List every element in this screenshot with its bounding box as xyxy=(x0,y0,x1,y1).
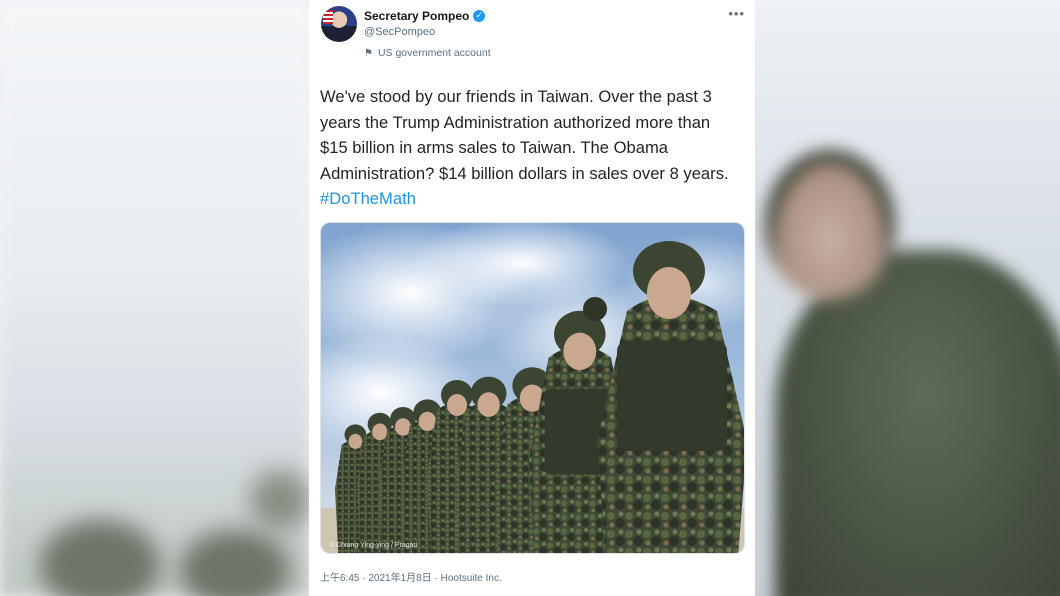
tweet-text-line: We've stood by our friends in Taiwan. Ov… xyxy=(320,87,712,106)
blurred-background-right xyxy=(755,0,1060,596)
soldiers-photo xyxy=(321,223,744,553)
more-options-icon[interactable]: ••• xyxy=(728,6,745,21)
author-handle[interactable]: @SecPompeo xyxy=(364,26,435,38)
tweet-text: We've stood by our friends in Taiwan. Ov… xyxy=(320,84,752,212)
blurred-background-left xyxy=(0,0,310,596)
author-name[interactable]: Secretary Pompeo xyxy=(364,9,469,23)
tweet-text-line: years the Trump Administration authorize… xyxy=(320,112,711,132)
hashtag-link[interactable]: #DoTheMath xyxy=(320,189,416,208)
tweet-photo[interactable]: © Chiang Ying-ying / Pragati xyxy=(320,222,745,554)
flag-icon: ⚑ xyxy=(364,47,373,59)
author-avatar[interactable] xyxy=(321,6,357,42)
verified-badge-icon: ✓ xyxy=(473,10,486,22)
tweet-card[interactable]: Secretary Pompeo ✓ @SecPompeo ⚑ US gover… xyxy=(309,0,755,596)
tweet-text-line: $15 billion in arms sales to Taiwan. The… xyxy=(320,138,669,157)
author-name-row: Secretary Pompeo ✓ xyxy=(364,9,486,23)
photo-credit: © Chiang Ying-ying / Pragati xyxy=(329,542,418,549)
tweet-timestamp[interactable]: 上午6:45 · 2021年1月8日 · Hootsuite Inc. xyxy=(320,569,502,584)
government-account-text: US government account xyxy=(377,47,491,59)
government-account-label: ⚑ US government account xyxy=(364,47,491,59)
tweet-text-line: Administration? $14 billion dollars in s… xyxy=(320,163,729,183)
